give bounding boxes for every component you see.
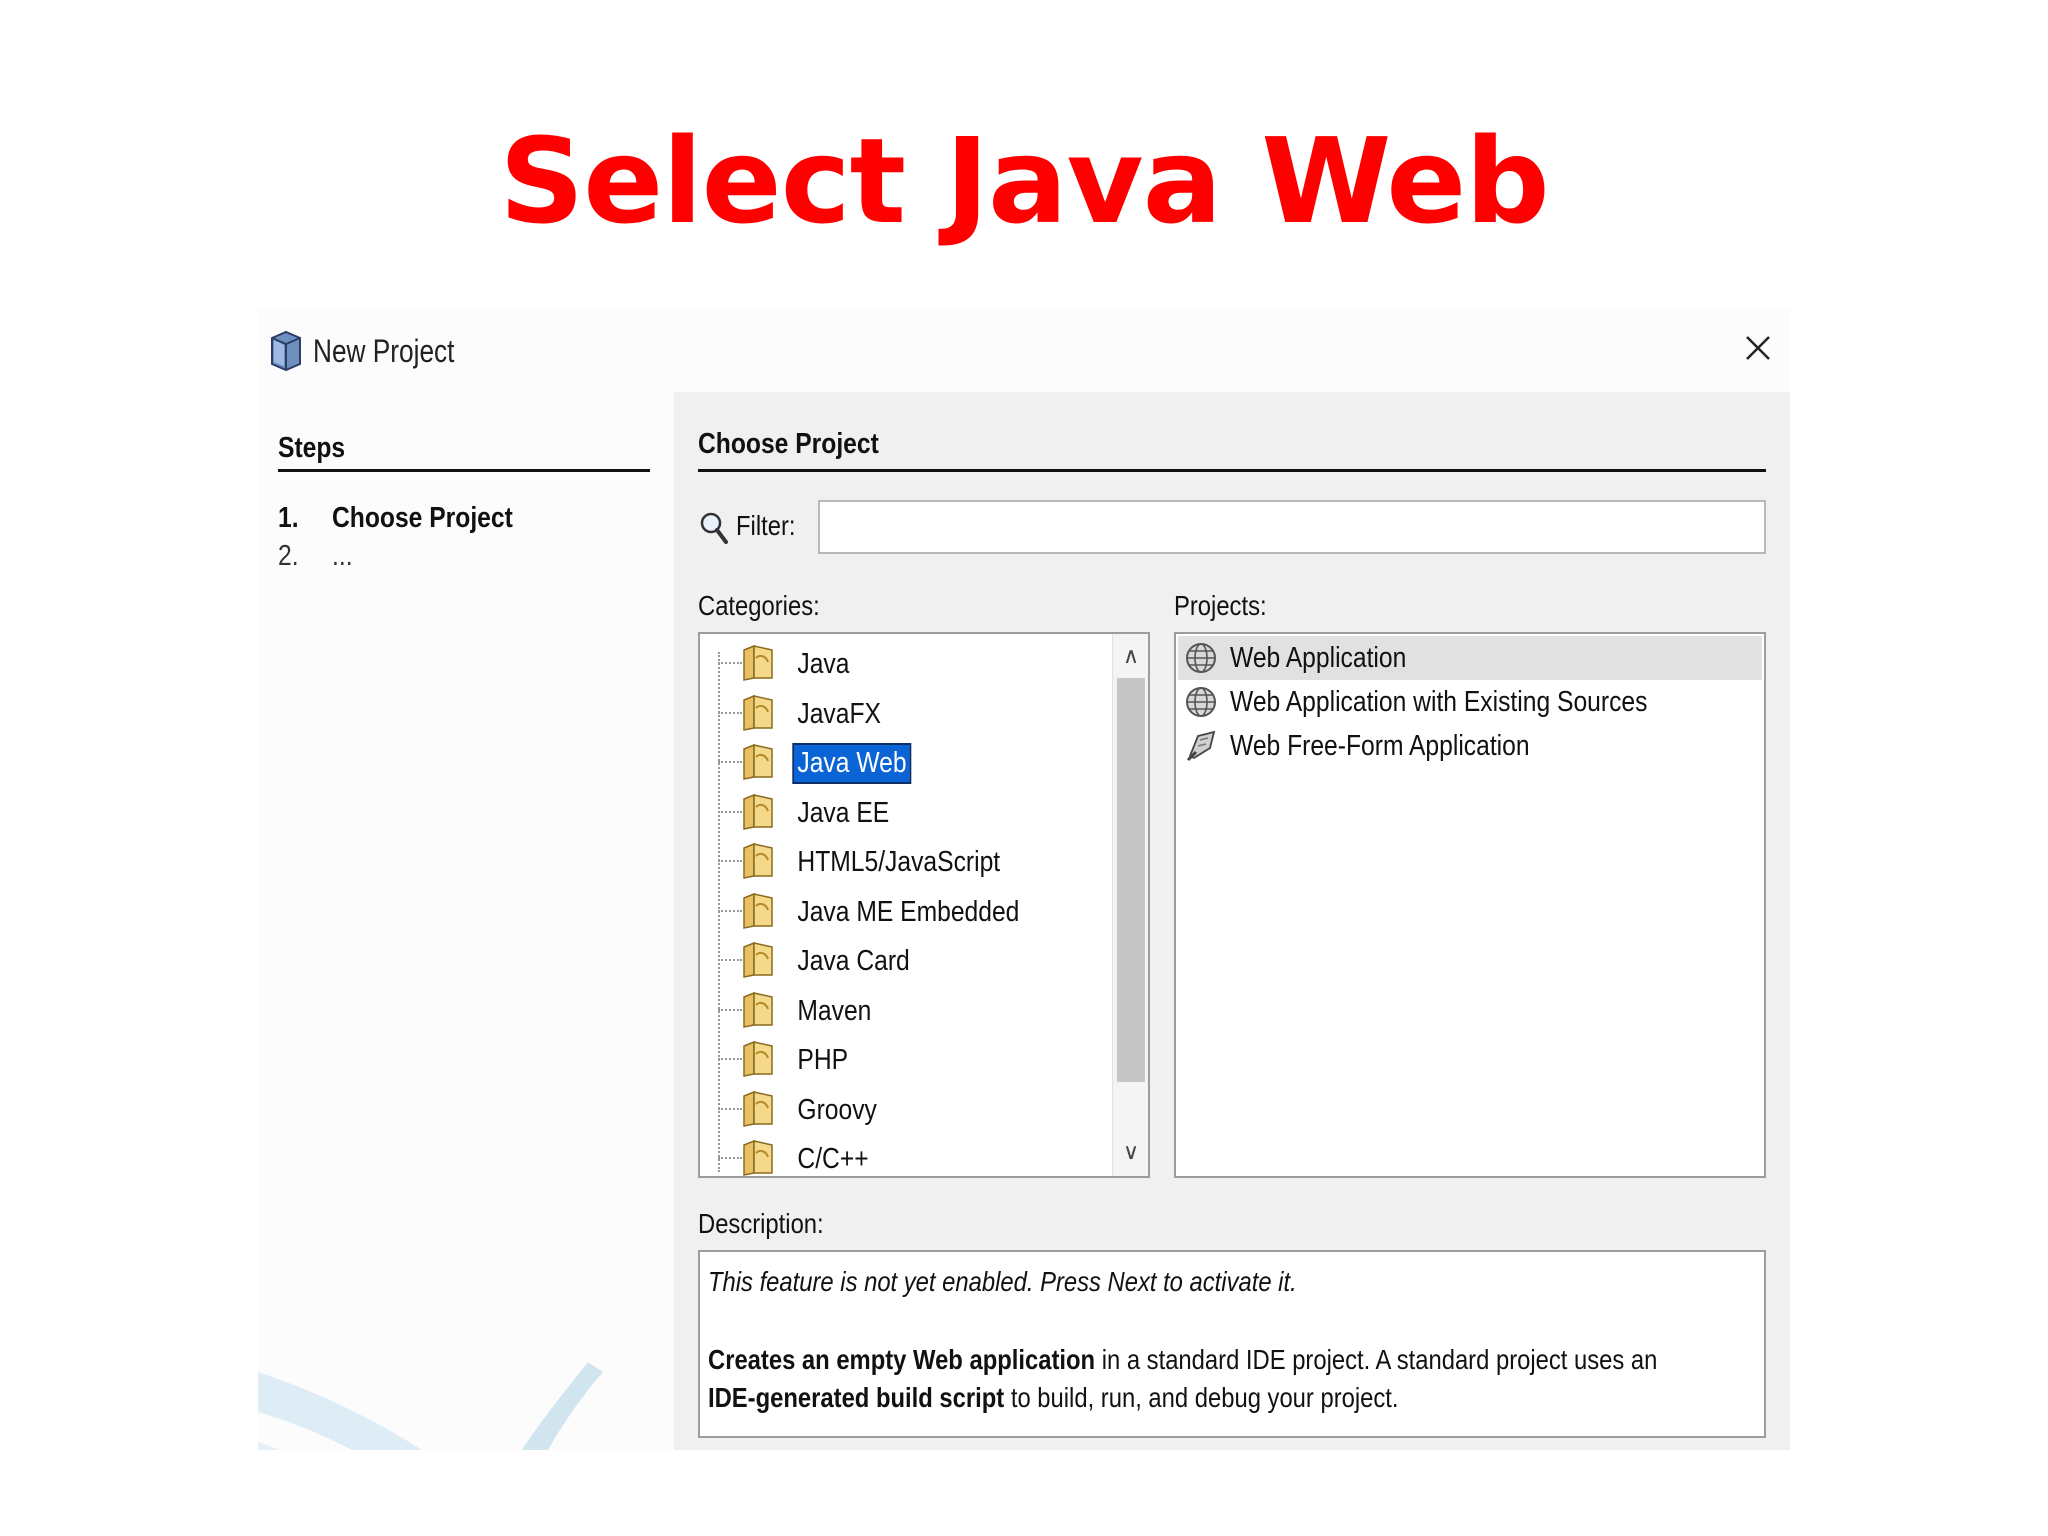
description-line-2: IDE-generated build script to build, run…: [708, 1382, 1399, 1413]
category-label: HTML5/JavaScript: [797, 846, 1001, 878]
tree-connector: [718, 761, 742, 763]
category-label: Java EE: [797, 796, 890, 829]
scroll-down-icon[interactable]: ∨: [1113, 1134, 1148, 1170]
step-label: ...: [332, 540, 353, 572]
category-item[interactable]: Java Web: [700, 737, 1108, 786]
category-label: JavaFX: [797, 697, 881, 730]
dialog-titlebar: New Project: [258, 310, 1790, 392]
decorative-swoosh: [258, 1362, 603, 1450]
tree-connector: [718, 1157, 742, 1159]
category-label: Java: [797, 648, 850, 680]
project-item[interactable]: Web Application with Existing Sources: [1178, 680, 1762, 724]
project-item[interactable]: Web Application: [1178, 636, 1762, 680]
free-form-icon: [1186, 730, 1216, 762]
steps-heading: Steps: [278, 432, 650, 472]
folder-icon: [743, 694, 773, 731]
category-item[interactable]: Java EE: [700, 787, 1108, 836]
tree-connector: [718, 860, 742, 862]
folder-icon: [743, 743, 773, 780]
step-number: 1.: [278, 502, 299, 534]
category-label: Maven: [797, 994, 872, 1027]
projects-list[interactable]: Web Application Web Application with Exis…: [1174, 632, 1766, 1178]
categories-label: Categories:: [698, 590, 820, 621]
folder-icon: [743, 941, 773, 978]
netbeans-cube-icon: [271, 330, 301, 372]
projects-label: Projects:: [1174, 590, 1267, 621]
dialog-title: New Project: [313, 333, 455, 369]
step-label: Choose Project: [332, 502, 513, 534]
categories-scrollbar[interactable]: ∧ ∨: [1112, 634, 1148, 1176]
category-item[interactable]: Groovy: [700, 1084, 1108, 1133]
panel-heading: Choose Project: [698, 428, 1766, 472]
tree-connector: [718, 1058, 742, 1060]
tree-connector: [718, 662, 742, 664]
category-item[interactable]: Maven: [700, 985, 1108, 1034]
category-label: PHP: [797, 1044, 849, 1076]
tree-connector: [718, 909, 742, 912]
project-label: Web Application: [1230, 642, 1407, 674]
step-number: 2.: [278, 540, 299, 572]
category-item[interactable]: JavaFX: [700, 688, 1108, 737]
tree-connector: [718, 1008, 742, 1011]
category-label: Java ME Embedded: [797, 895, 1020, 928]
folder-icon: [743, 1040, 773, 1077]
scroll-thumb[interactable]: [1117, 678, 1145, 1082]
steps-panel: Steps 1. Choose Project 2. ...: [258, 392, 674, 1450]
folder-icon: [743, 1090, 773, 1127]
tree-connector: [718, 1107, 742, 1110]
folder-icon: [743, 842, 773, 879]
category-item[interactable]: C/C++: [700, 1133, 1108, 1176]
filter-label: Filter:: [736, 510, 796, 541]
description-box: This feature is not yet enabled. Press N…: [698, 1250, 1766, 1438]
folder-icon: [743, 793, 773, 830]
close-icon[interactable]: [1738, 328, 1778, 368]
tree-connector: [718, 959, 742, 961]
categories-tree[interactable]: ∧ ∨ Java JavaFX Java Web Java EE HTML5/JavaS…: [698, 632, 1150, 1178]
category-item[interactable]: Java: [700, 638, 1108, 687]
project-item[interactable]: Web Free-Form Application: [1178, 724, 1762, 768]
description-label: Description:: [698, 1208, 824, 1239]
category-item[interactable]: Java Card: [700, 935, 1108, 984]
category-item[interactable]: HTML5/JavaScript: [700, 836, 1108, 885]
folder-icon: [743, 991, 773, 1028]
category-item[interactable]: Java ME Embedded: [700, 886, 1108, 935]
category-item[interactable]: PHP: [700, 1034, 1108, 1083]
category-label: Java Web: [792, 743, 912, 784]
choose-project-panel: Choose Project Filter: Categories: Proje…: [674, 392, 1790, 1450]
tree-connector: [718, 810, 742, 813]
folder-icon: [743, 644, 773, 681]
project-label: Web Free-Form Application: [1230, 730, 1530, 762]
description-note: This feature is not yet enabled. Press N…: [708, 1266, 1297, 1297]
new-project-dialog: New Project Steps 1. Choose Project 2. .…: [258, 310, 1790, 1450]
description-line-1: Creates an empty Web application in a st…: [708, 1344, 1658, 1375]
search-icon: [700, 512, 728, 544]
category-label: Groovy: [797, 1093, 877, 1126]
folder-icon: [743, 892, 773, 929]
category-label: C/C++: [797, 1143, 869, 1175]
tree-connector: [718, 711, 742, 714]
filter-input[interactable]: [818, 500, 1766, 554]
slide-title: Select Java Web: [499, 112, 1550, 250]
scroll-up-icon[interactable]: ∧: [1113, 638, 1148, 674]
folder-icon: [743, 1139, 773, 1176]
globe-icon: [1186, 643, 1216, 673]
globe-icon: [1186, 687, 1216, 717]
category-label: Java Card: [797, 945, 910, 977]
project-label: Web Application with Existing Sources: [1230, 686, 1648, 718]
